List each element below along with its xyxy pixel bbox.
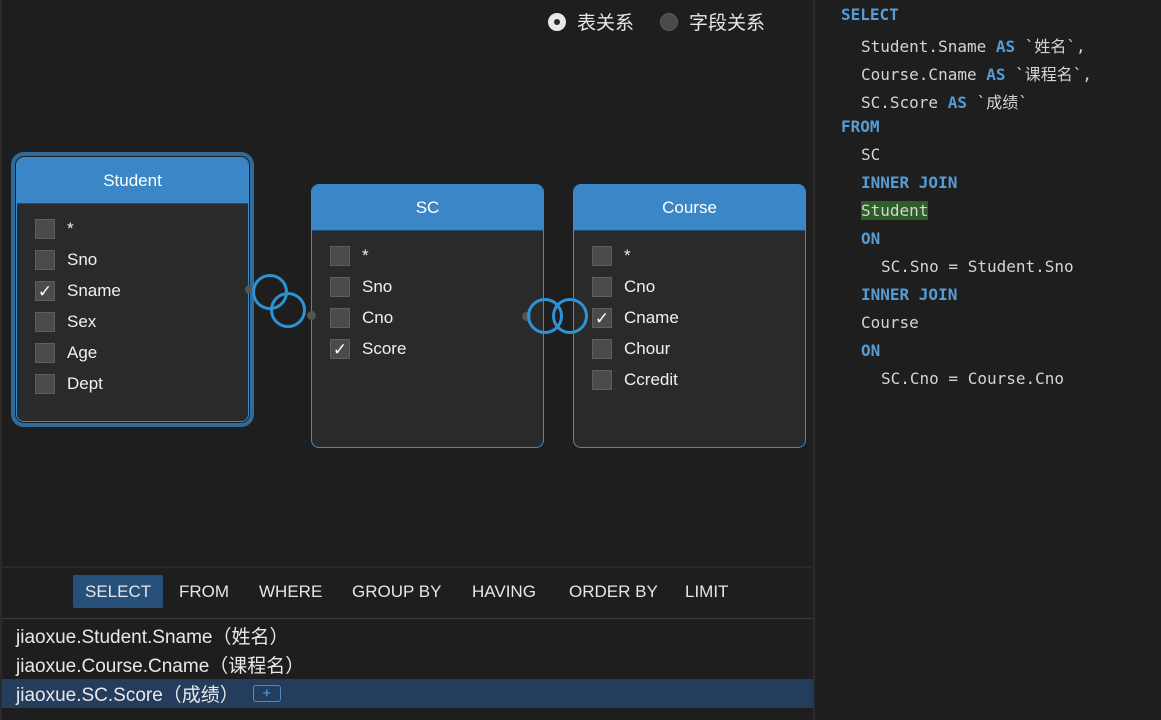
checkbox[interactable] xyxy=(592,246,612,266)
field-name: Score xyxy=(362,339,407,358)
field-row[interactable]: * xyxy=(330,246,369,266)
checkbox[interactable] xyxy=(35,312,55,332)
checkbox[interactable] xyxy=(35,219,55,239)
sql-table-highlighted: Student xyxy=(861,201,929,220)
sql-keyword: AS xyxy=(947,93,967,112)
field-name: Chour xyxy=(624,339,671,358)
field-row[interactable]: ✓ Score xyxy=(330,339,406,359)
checkbox[interactable] xyxy=(330,246,350,266)
list-item[interactable]: jiaoxue.Course.Cname（课程名） xyxy=(2,650,813,679)
sql-keyword: ON xyxy=(861,341,881,360)
sql-keyword: ON xyxy=(861,229,881,248)
table-student[interactable]: Student * Sno ✓ Sname Sex Age Dept xyxy=(11,152,254,427)
sql-keyword: FROM xyxy=(841,117,880,136)
field-name: * xyxy=(67,219,74,238)
field-name: * xyxy=(362,246,369,265)
sql-column: Course.Cname xyxy=(861,65,977,84)
field-name: Dept xyxy=(67,374,103,393)
sql-condition: SC.Sno = Student.Sno xyxy=(881,257,1074,276)
checkbox-checked[interactable]: ✓ xyxy=(592,308,612,328)
sql-column: Student.Sname xyxy=(861,37,987,56)
list-item[interactable]: jiaoxue.Student.Sname（姓名） xyxy=(2,621,813,650)
mode-label: 表关系 xyxy=(577,13,635,34)
divider xyxy=(2,618,813,619)
field-name: Ccredit xyxy=(624,370,678,389)
sql-keyword: SELECT xyxy=(841,5,899,24)
list-item[interactable]: jiaoxue.SC.Score（成绩） + xyxy=(2,679,813,708)
sql-keyword: AS xyxy=(986,65,1006,84)
field-name: Cno xyxy=(362,308,394,327)
sql-editor[interactable]: SELECT Student.Sname AS `姓名`, Course.Cna… xyxy=(815,0,1161,720)
field-name: * xyxy=(624,246,631,265)
column-label: jiaoxue.Course.Cname（课程名） xyxy=(16,656,305,677)
field-row[interactable]: Dept xyxy=(35,374,103,394)
field-name: Sname xyxy=(67,281,121,300)
field-row[interactable]: * xyxy=(592,246,631,266)
connector-anchor xyxy=(307,311,316,320)
sql-condition: SC.Cno = Course.Cno xyxy=(881,369,1065,388)
checkbox[interactable] xyxy=(35,343,55,363)
mode-table-relation[interactable]: 表关系 xyxy=(548,8,634,35)
checkbox[interactable] xyxy=(330,308,350,328)
table-header[interactable]: Student xyxy=(17,158,248,204)
radio-unselected-icon[interactable] xyxy=(660,12,678,31)
sql-keyword: INNER JOIN xyxy=(861,285,958,304)
join-connector-icon[interactable] xyxy=(552,298,588,334)
checkbox[interactable] xyxy=(35,374,55,394)
field-row[interactable]: Chour xyxy=(592,339,670,359)
add-button[interactable]: + xyxy=(252,685,281,702)
field-row[interactable]: Sno xyxy=(35,250,97,270)
table-header[interactable]: Course xyxy=(574,185,805,231)
tab-group-by[interactable]: GROUP BY xyxy=(340,575,453,608)
sql-keyword: INNER JOIN xyxy=(861,173,958,192)
field-name: Age xyxy=(67,343,98,362)
relation-canvas[interactable]: 表关系 字段关系 Student * Sno ✓ Sname Sex Age De… xyxy=(2,2,813,565)
sql-alias: `课程名`, xyxy=(1015,65,1093,84)
join-connector-icon[interactable] xyxy=(270,292,306,328)
tab-select[interactable]: SELECT xyxy=(73,575,164,608)
mode-field-relation[interactable]: 字段关系 xyxy=(660,8,765,35)
column-label: jiaoxue.SC.Score（成绩） xyxy=(16,685,239,706)
field-row[interactable]: ✓ Cname xyxy=(592,308,679,328)
checkbox[interactable] xyxy=(330,277,350,297)
checkbox[interactable] xyxy=(592,370,612,390)
tab-from[interactable]: FROM xyxy=(167,575,241,608)
sql-table: SC xyxy=(861,145,881,164)
table-course[interactable]: Course * Cno ✓ Cname Chour Ccredit xyxy=(573,184,806,448)
sql-table: Course xyxy=(861,313,919,332)
field-row[interactable]: ✓ Sname xyxy=(35,281,121,301)
column-label: jiaoxue.Student.Sname（姓名） xyxy=(16,627,289,648)
checkbox[interactable] xyxy=(592,277,612,297)
table-header[interactable]: SC xyxy=(312,185,543,231)
tab-limit[interactable]: LIMIT xyxy=(673,575,740,608)
sql-column: SC.Score xyxy=(861,93,939,112)
field-row[interactable]: Sex xyxy=(35,312,96,332)
sql-alias: `成绩` xyxy=(976,93,1028,112)
table-sc[interactable]: SC * Sno Cno ✓ Score xyxy=(311,184,544,448)
field-name: Sno xyxy=(67,250,98,269)
checkbox[interactable] xyxy=(592,339,612,359)
field-name: Sex xyxy=(67,312,97,331)
field-row[interactable]: Sno xyxy=(330,277,392,297)
field-name: Cname xyxy=(624,308,679,327)
field-row[interactable]: Age xyxy=(35,343,97,363)
field-row[interactable]: Cno xyxy=(330,308,393,328)
field-row[interactable]: Cno xyxy=(592,277,655,297)
tab-having[interactable]: HAVING xyxy=(460,575,548,608)
divider xyxy=(0,566,813,568)
field-name: Sno xyxy=(362,277,393,296)
mode-label: 字段关系 xyxy=(689,13,766,34)
sql-keyword: AS xyxy=(995,37,1016,56)
checkbox-checked[interactable]: ✓ xyxy=(35,281,55,301)
field-row[interactable]: * xyxy=(35,219,74,239)
tab-order-by[interactable]: ORDER BY xyxy=(557,575,670,608)
checkbox-checked[interactable]: ✓ xyxy=(330,339,350,359)
checkbox[interactable] xyxy=(35,250,55,270)
radio-selected-icon[interactable] xyxy=(548,12,566,31)
sql-alias: `姓名`, xyxy=(1024,37,1086,56)
field-name: Cno xyxy=(624,277,656,296)
field-row[interactable]: Ccredit xyxy=(592,370,678,390)
tab-where[interactable]: WHERE xyxy=(247,575,334,608)
